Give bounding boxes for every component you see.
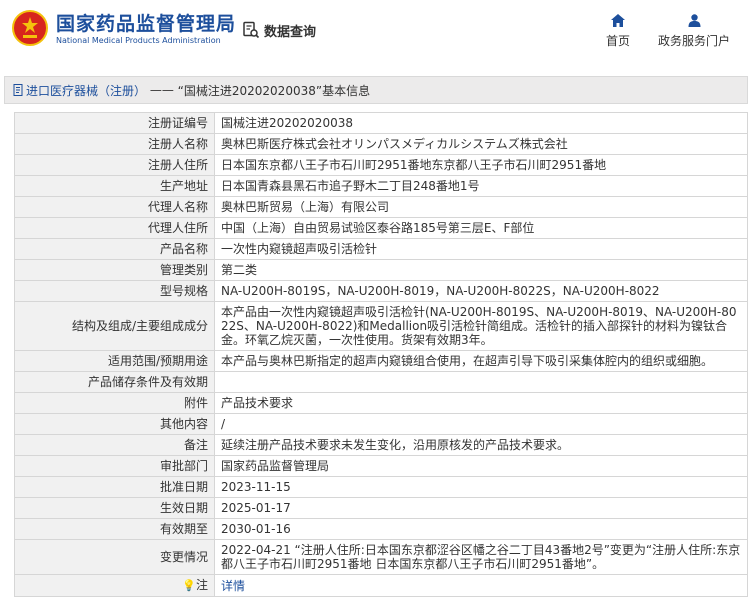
- table-row: 有效期至 2030-01-16: [14, 518, 748, 540]
- row-value: 延续注册产品技术要求未发生变化，沿用原核发的产品技术要求。: [214, 434, 748, 456]
- registration-info-table: 注册证编号 国械注进20202020038 注册人名称 奥林巴斯医疗株式会社オリンパ…: [14, 112, 748, 597]
- row-value: 中国（上海）自由贸易试验区泰谷路185号第三层E、F部位: [214, 217, 748, 239]
- row-value: NA-U200H-8019S，NA-U200H-8019，NA-U200H-80…: [214, 280, 748, 302]
- row-label: 变更情况: [14, 539, 215, 575]
- row-value: 2023-11-15: [214, 476, 748, 498]
- row-value: /: [214, 413, 748, 435]
- row-label: 附件: [14, 392, 215, 414]
- note-label: 注: [195, 578, 208, 592]
- note-value-cell: 详情: [214, 574, 748, 597]
- site-header: 国家药品监督管理局 National Medical Products Admi…: [0, 0, 752, 64]
- row-value: 本产品与奥林巴斯指定的超声内窥镜组合使用，在超声引导下吸引采集体腔内的组织或细胞…: [214, 350, 748, 372]
- table-row: 结构及组成/主要组成成分 本产品由一次性内窥镜超声吸引活检针(NA-U200H-8…: [14, 301, 748, 351]
- table-row: 管理类别 第二类: [14, 259, 748, 281]
- table-row: 附件 产品技术要求: [14, 392, 748, 414]
- row-value: 2030-01-16: [214, 518, 748, 540]
- table-row: 其他内容 /: [14, 413, 748, 435]
- table-row: 注册证编号 国械注进20202020038: [14, 112, 748, 134]
- row-value: 奥林巴斯医疗株式会社オリンパスメディカルシステムズ株式会社: [214, 133, 748, 155]
- breadcrumb-separator: ——: [146, 83, 178, 97]
- table-row: 生产地址 日本国青森县黑石市追子野木二丁目248番地1号: [14, 175, 748, 197]
- data-query-label: 数据查询: [264, 24, 317, 40]
- national-emblem-icon: [12, 10, 48, 46]
- nav-home-label: 首页: [605, 34, 630, 48]
- table-row: 注册人住所 日本国东京都八王子市石川町2951番地东京都八王子市石川町2951番地: [14, 154, 748, 176]
- logo-title-cn[interactable]: 国家药品监督管理局: [56, 9, 236, 36]
- row-label: 有效期至: [14, 518, 215, 540]
- table-row: 代理人名称 奥林巴斯贸易（上海）有限公司: [14, 196, 748, 218]
- row-label: 注册证编号: [14, 112, 215, 134]
- table-row: 型号规格 NA-U200H-8019S，NA-U200H-8019，NA-U200…: [14, 280, 748, 302]
- search-document-icon: [243, 21, 260, 39]
- row-label: 备注: [14, 434, 215, 456]
- breadcrumb-category[interactable]: 进口医疗器械（注册）: [26, 82, 146, 99]
- table-row: 变更情况 2022-04-21 “注册人住所:日本国东京都涩谷区幡之谷二丁目43番…: [14, 539, 748, 575]
- row-label: 生产地址: [14, 175, 215, 197]
- row-label: 注册人名称: [14, 133, 215, 155]
- data-query-link[interactable]: 数据查询: [242, 20, 316, 40]
- row-value: 国械注进20202020038: [214, 112, 748, 134]
- row-label: 产品名称: [14, 238, 215, 260]
- row-label: 代理人住所: [14, 217, 215, 239]
- table-row: 生效日期 2025-01-17: [14, 497, 748, 519]
- nav-home[interactable]: 首页: [588, 14, 648, 49]
- row-value: 日本国青森县黑石市追子野木二丁目248番地1号: [214, 175, 748, 197]
- table-row: 适用范围/预期用途 本产品与奥林巴斯指定的超声内窥镜组合使用，在超声引导下吸引采集…: [14, 350, 748, 372]
- table-row: 产品储存条件及有效期: [14, 371, 748, 393]
- row-label: 其他内容: [14, 413, 215, 435]
- page-title: “国械注进20202020038”基本信息: [177, 83, 371, 98]
- row-label: 型号规格: [14, 280, 215, 302]
- row-value: 2022-04-21 “注册人住所:日本国东京都涩谷区幡之谷二丁目43番地2号”…: [214, 539, 748, 575]
- row-label: 代理人名称: [14, 196, 215, 218]
- row-label: 管理类别: [14, 259, 215, 281]
- logo-title-en[interactable]: National Medical Products Administration: [56, 36, 221, 45]
- lightbulb-icon: 💡: [182, 579, 196, 592]
- table-row-note: 💡注 详情: [14, 574, 748, 597]
- table-row: 产品名称 一次性内窥镜超声吸引活检针: [14, 238, 748, 260]
- table-row: 批准日期 2023-11-15: [14, 476, 748, 498]
- table-row: 审批部门 国家药品监督管理局: [14, 455, 748, 477]
- row-label: 适用范围/预期用途: [14, 350, 215, 372]
- row-value: 国家药品监督管理局: [214, 455, 748, 477]
- row-value: [214, 371, 748, 393]
- home-icon: [611, 14, 625, 27]
- row-label: 审批部门: [14, 455, 215, 477]
- table-row: 备注 延续注册产品技术要求未发生变化，沿用原核发的产品技术要求。: [14, 434, 748, 456]
- table-row: 注册人名称 奥林巴斯医疗株式会社オリンパスメディカルシステムズ株式会社: [14, 133, 748, 155]
- row-label: 批准日期: [14, 476, 215, 498]
- row-label: 结构及组成/主要组成成分: [14, 301, 215, 351]
- row-value: 一次性内窥镜超声吸引活检针: [214, 238, 748, 260]
- row-value: 产品技术要求: [214, 392, 748, 414]
- nav-government-services-label: 政务服务门户: [657, 34, 730, 48]
- row-value: 第二类: [214, 259, 748, 281]
- row-value: 奥林巴斯贸易（上海）有限公司: [214, 196, 748, 218]
- row-value: 本产品由一次性内窥镜超声吸引活检针(NA-U200H-8019S、NA-U200…: [214, 301, 748, 351]
- document-icon: [13, 84, 23, 96]
- details-link[interactable]: 详情: [221, 579, 245, 593]
- row-label: 注册人住所: [14, 154, 215, 176]
- row-label: 生效日期: [14, 497, 215, 519]
- page-title-bar: 进口医疗器械（注册） —— “国械注进20202020038”基本信息: [4, 76, 748, 104]
- row-value: 2025-01-17: [214, 497, 748, 519]
- person-icon: [688, 14, 700, 27]
- row-value: 日本国东京都八王子市石川町2951番地东京都八王子市石川町2951番地: [214, 154, 748, 176]
- note-label-cell: 💡注: [14, 574, 215, 597]
- table-row: 代理人住所 中国（上海）自由贸易试验区泰谷路185号第三层E、F部位: [14, 217, 748, 239]
- row-label: 产品储存条件及有效期: [14, 371, 215, 393]
- nav-government-services[interactable]: 政务服务门户: [656, 14, 732, 49]
